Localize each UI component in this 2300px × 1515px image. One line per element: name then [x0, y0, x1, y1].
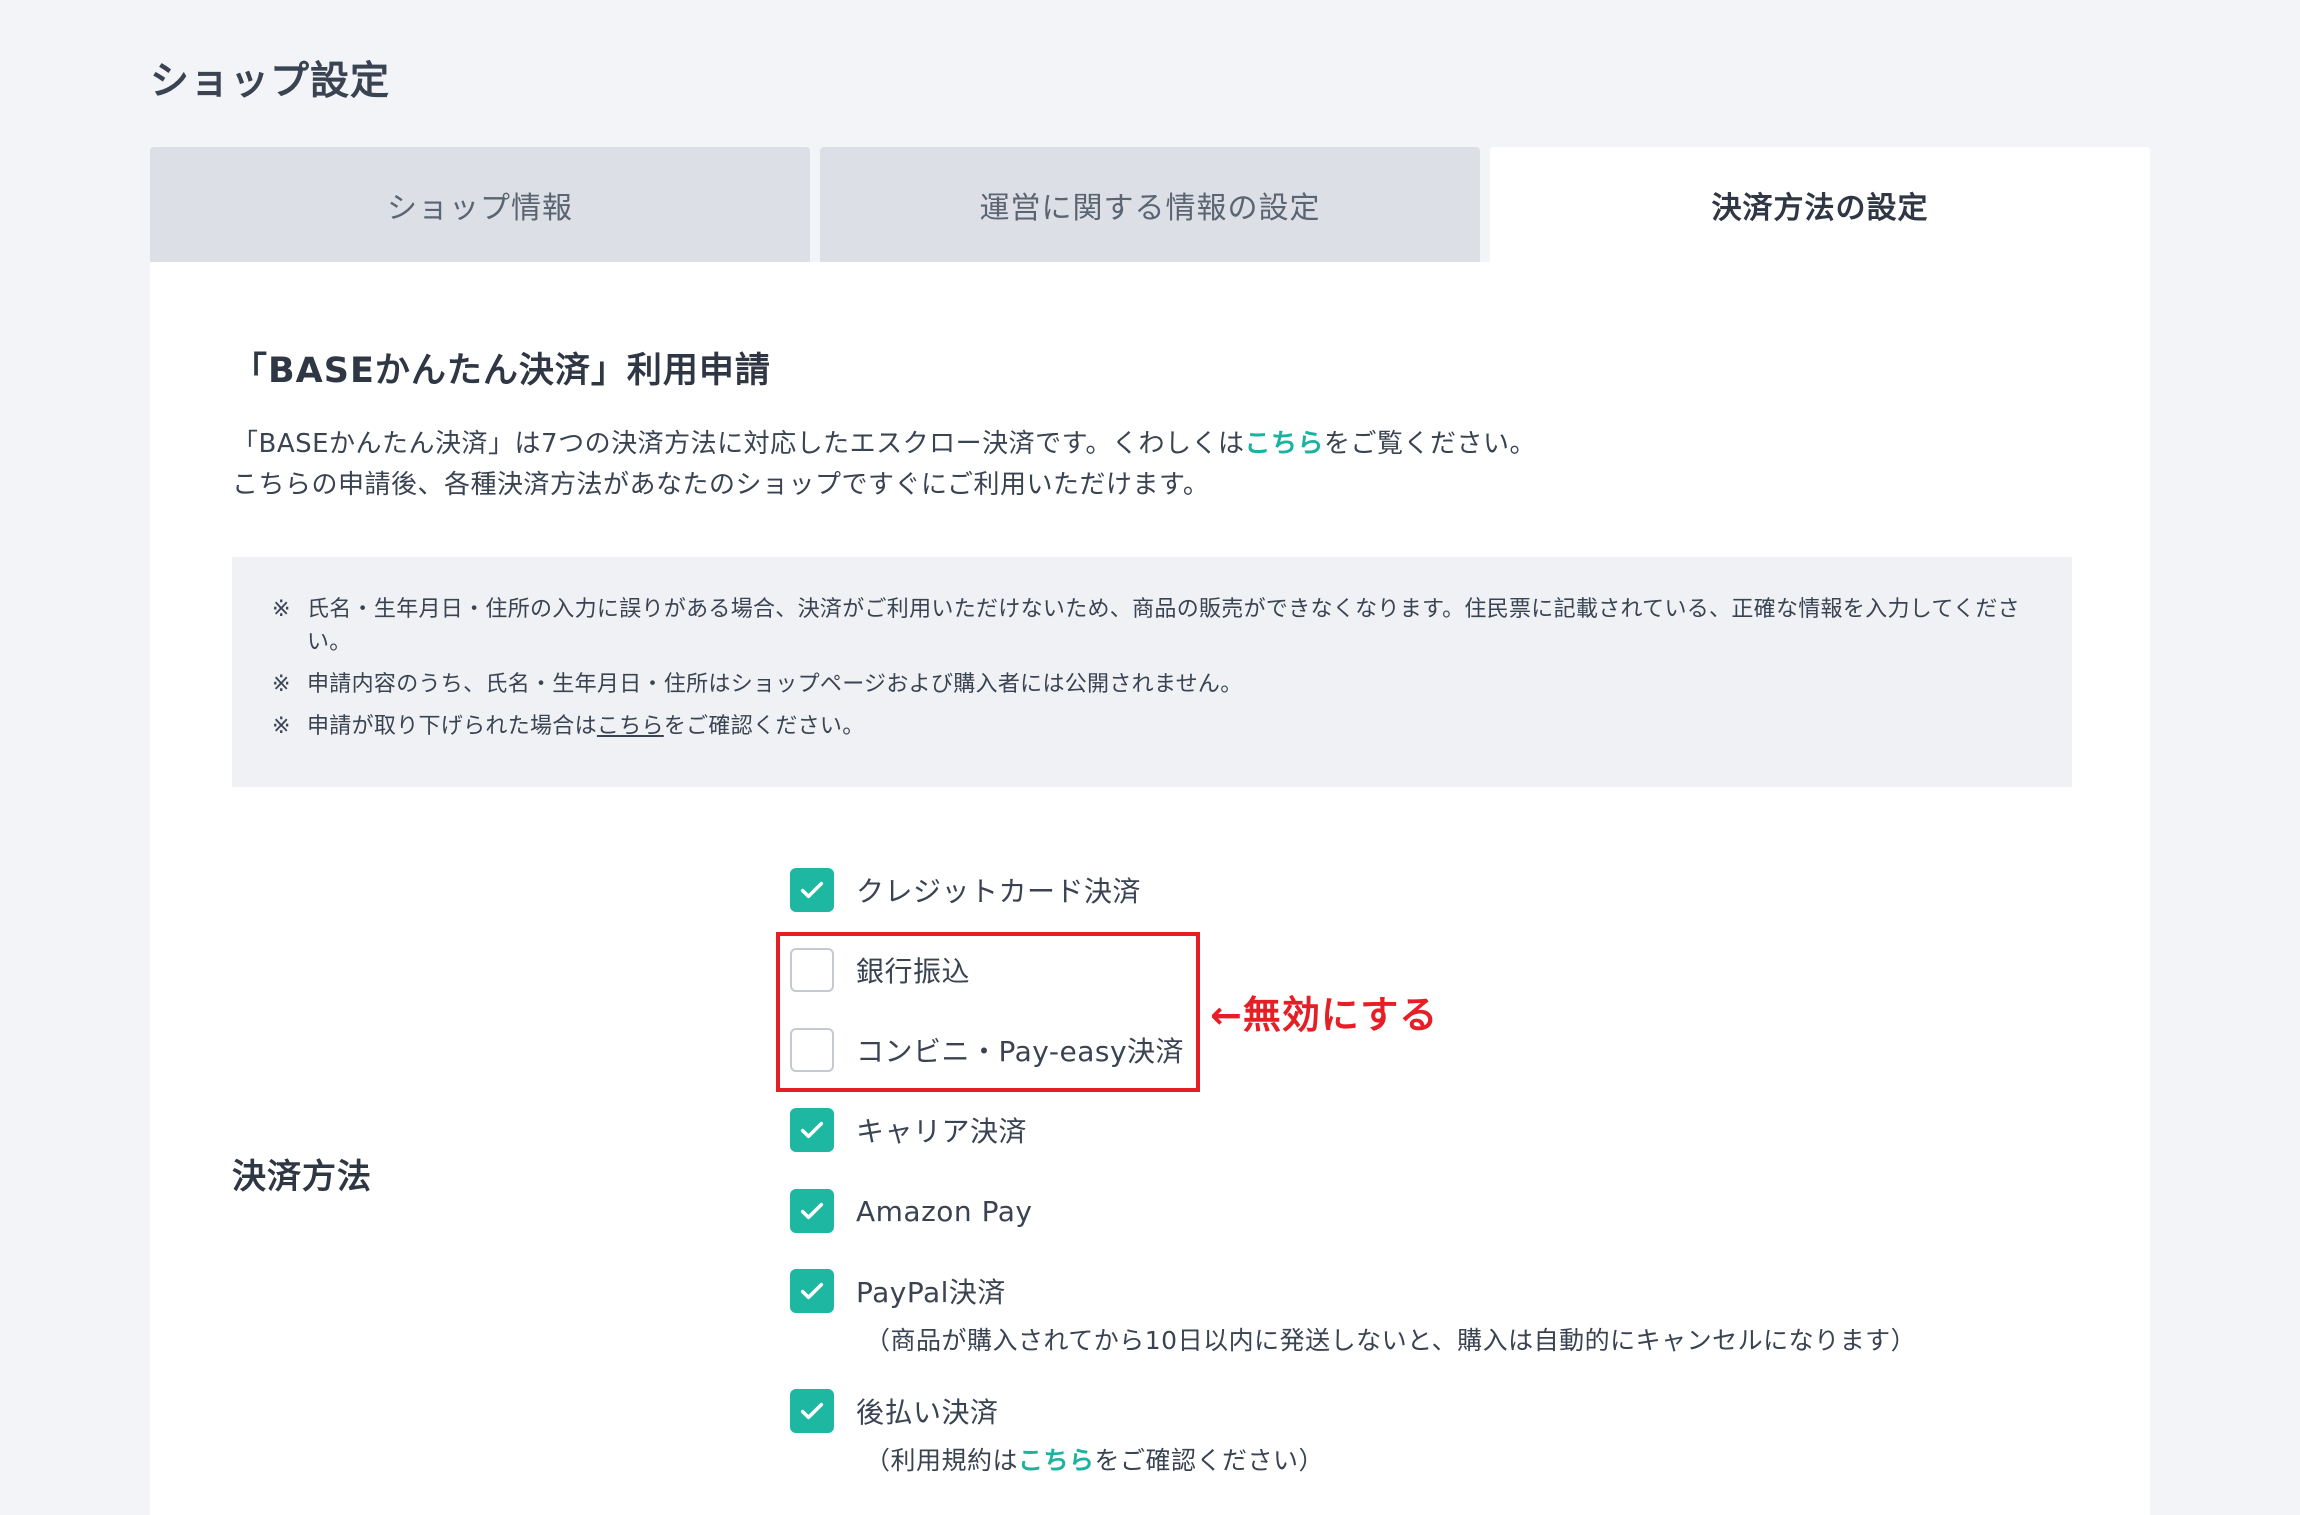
option-deferred-payment: 後払い決済 [790, 1387, 999, 1435]
paypal-checkbox[interactable] [790, 1269, 834, 1313]
description-line-2: こちらの申請後、各種決済方法があなたのショップですぐにご利用いただけます。 [232, 470, 1210, 500]
disable-annotation: ←無効にする [1210, 993, 1439, 1037]
option-credit-card: クレジットカード決済 [790, 866, 1141, 914]
option-label: 後払い決済 [856, 1396, 999, 1429]
notice-item: ※ 申請が取り下げられた場合はこちらをご確認ください。 [272, 710, 2042, 743]
note-mark: ※ [272, 714, 291, 739]
carrier-checkbox[interactable] [790, 1108, 834, 1152]
note-text: をご確認ください） [1094, 1446, 1325, 1475]
details-link[interactable]: こちら [1245, 429, 1325, 459]
check-icon [800, 881, 824, 899]
note-text: （利用規約は [865, 1446, 1019, 1475]
withdrawn-link[interactable]: こちら [597, 714, 664, 739]
credit-card-checkbox[interactable] [790, 868, 834, 912]
tab-operation-info[interactable]: 運営に関する情報の設定 [820, 147, 1480, 263]
highlight-box [776, 932, 1200, 1092]
notice-item: ※ 氏名・生年月日・住所の入力に誤りがある場合、決済がご利用いただけないため、商品… [272, 593, 2042, 659]
option-amazon-pay: Amazon Pay [790, 1187, 1032, 1235]
tab-payment-settings[interactable]: 決済方法の設定 [1490, 147, 2150, 263]
description-text: をご覧ください。 [1324, 429, 1537, 459]
section-description: 「BASEかんたん決済」は7つの決済方法に対応したエスクロー決済です。くわしくは… [232, 424, 1932, 506]
tab-bar: ショップ情報 運営に関する情報の設定 決済方法の設定 [150, 147, 2150, 263]
notice-text: 申請が取り下げられた場合は [307, 714, 597, 739]
deferred-payment-checkbox[interactable] [790, 1389, 834, 1433]
settings-panel: 「BASEかんたん決済」利用申請 「BASEかんたん決済」は7つの決済方法に対応… [150, 262, 2150, 1515]
option-label: クレジットカード決済 [856, 875, 1142, 908]
notice-text: をご確認ください。 [663, 714, 865, 739]
notice-list: ※ 氏名・生年月日・住所の入力に誤りがある場合、決済がご利用いただけないため、商品… [272, 593, 2042, 752]
option-label: Amazon Pay [856, 1194, 1033, 1228]
terms-link[interactable]: こちら [1018, 1446, 1095, 1475]
check-icon [800, 1402, 824, 1420]
note-mark: ※ [272, 672, 291, 697]
option-label: PayPal決済 [856, 1276, 1006, 1309]
page: ショップ設定 ショップ情報 運営に関する情報の設定 決済方法の設定 「BASEか… [0, 0, 2300, 1515]
notice-text: 申請内容のうち、氏名・生年月日・住所はショップページおよび購入者には公開されませ… [307, 672, 1243, 697]
notice-item: ※ 申請内容のうち、氏名・生年月日・住所はショップページおよび購入者には公開されま… [272, 668, 2042, 701]
notice-text: 氏名・生年月日・住所の入力に誤りがある場合、決済がご利用いただけないため、商品の… [307, 597, 2020, 655]
payment-methods-label: 決済方法 [232, 1157, 372, 1197]
check-icon [800, 1282, 824, 1300]
section-title: 「BASEかんたん決済」利用申請 [232, 351, 771, 391]
option-carrier: キャリア決済 [790, 1106, 1027, 1154]
check-icon [800, 1121, 824, 1139]
description-line-1: 「BASEかんたん決済」は7つの決済方法に対応したエスクロー決済です。くわしくは… [232, 424, 1932, 465]
deferred-payment-note: （利用規約はこちらをご確認ください） [865, 1441, 1324, 1477]
option-paypal: PayPal決済 [790, 1267, 1006, 1315]
option-label: キャリア決済 [856, 1115, 1028, 1148]
check-icon [800, 1202, 824, 1220]
page-title: ショップ設定 [150, 59, 391, 104]
note-mark: ※ [272, 597, 291, 622]
description-text: 「BASEかんたん決済」は7つの決済方法に対応したエスクロー決済です。くわしくは [232, 429, 1245, 459]
paypal-note: （商品が購入されてから10日以内に発送しないと、購入は自動的にキャンセルになりま… [865, 1326, 1917, 1355]
amazon-pay-checkbox[interactable] [790, 1189, 834, 1233]
tab-shop-info[interactable]: ショップ情報 [150, 147, 810, 263]
notice-box: ※ 氏名・生年月日・住所の入力に誤りがある場合、決済がご利用いただけないため、商品… [232, 557, 2072, 787]
